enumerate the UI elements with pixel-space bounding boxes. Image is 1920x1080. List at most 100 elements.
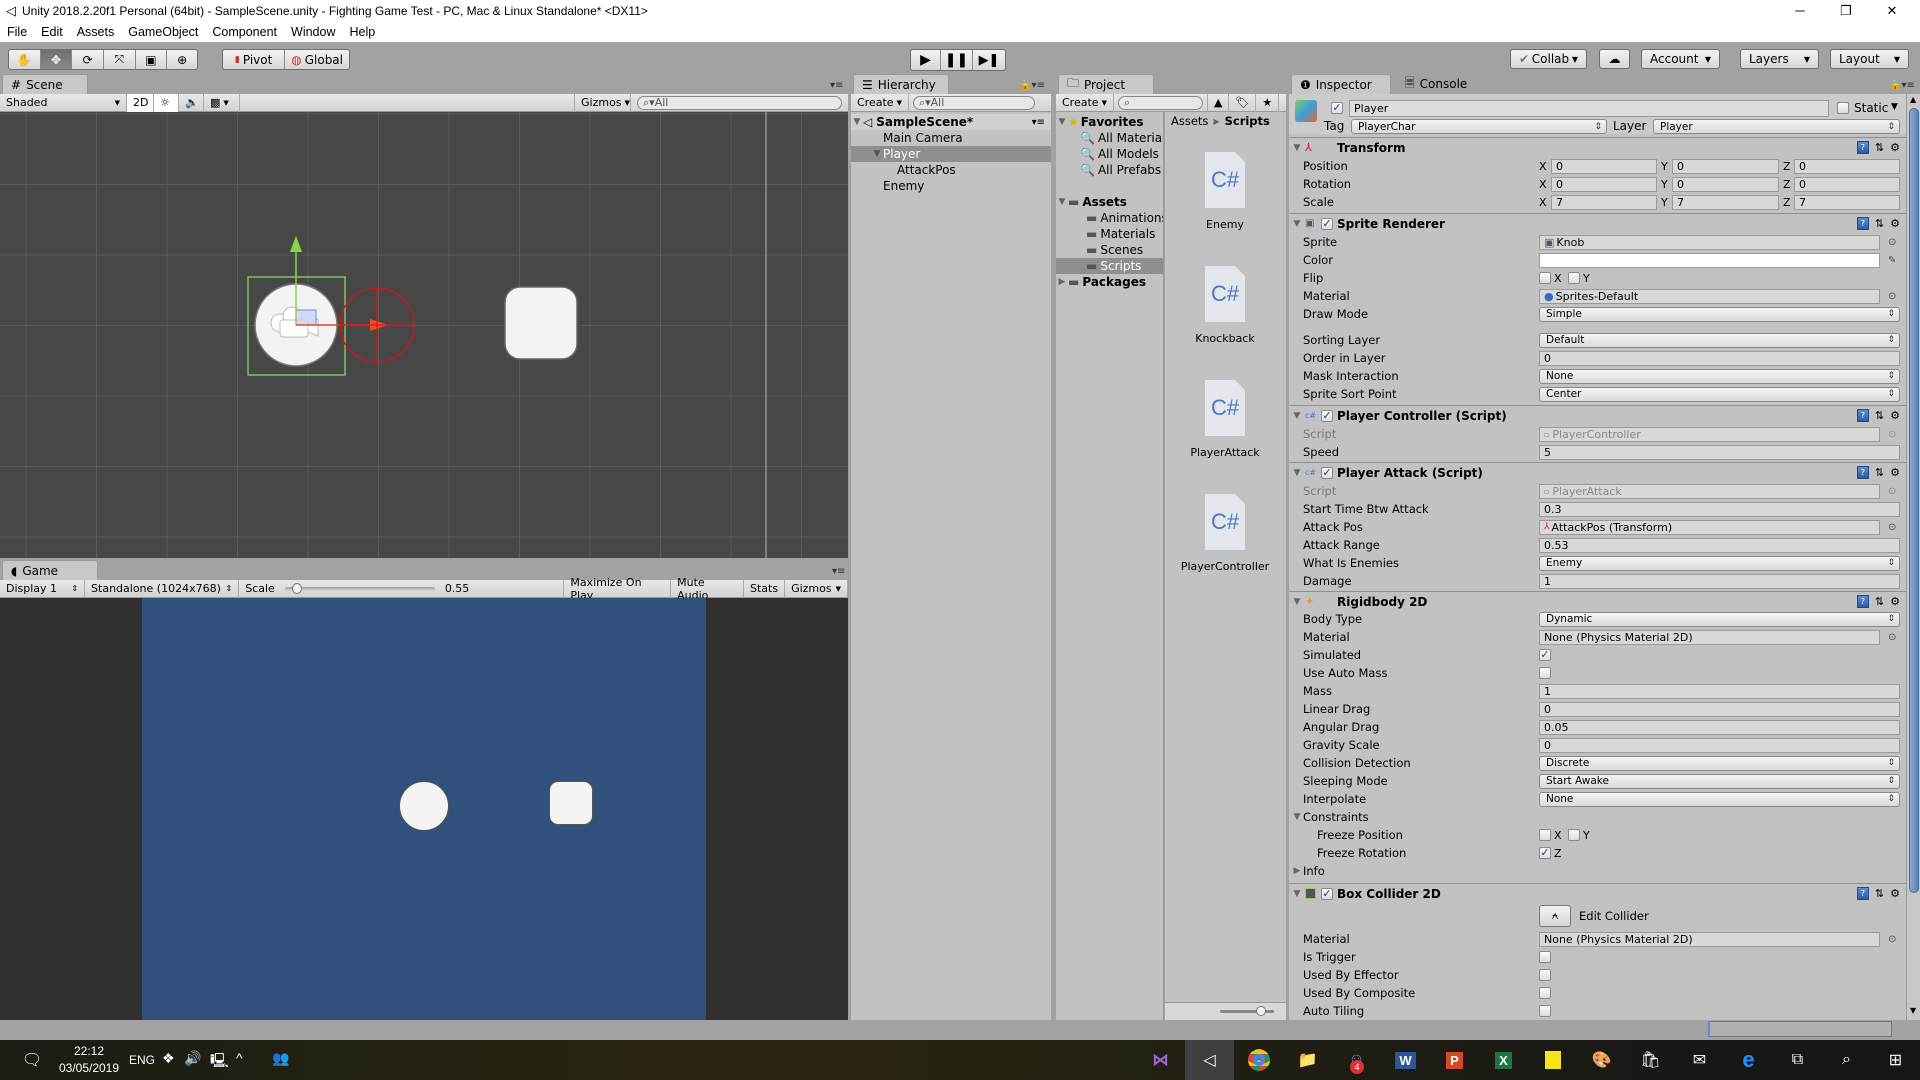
resolution-dropdown[interactable]: Standalone (1024x768) ⇕ <box>85 579 240 598</box>
taskbar-powerpoint[interactable]: P <box>1430 1040 1479 1080</box>
tab-game[interactable]: ◖ Game <box>2 560 98 580</box>
help-book-icon[interactable]: ? <box>1856 595 1869 608</box>
expand-triangle-icon[interactable]: ▼ <box>1291 812 1303 822</box>
object-picker-icon[interactable]: ⊙ <box>1888 934 1896 945</box>
folder-item[interactable]: ▬ Animations <box>1056 210 1163 226</box>
tab-scene[interactable]: # Scene <box>2 74 88 94</box>
mask-interaction-dropdown[interactable]: None <box>1539 368 1900 384</box>
global-button[interactable]: ◍ Global <box>285 50 349 69</box>
scene-gizmos-dropdown[interactable]: Gizmos ▼ <box>574 93 631 112</box>
eyedropper-icon[interactable]: ✎ <box>1888 255 1896 266</box>
angular-drag-input[interactable]: 0.05 <box>1539 719 1900 735</box>
help-book-icon[interactable]: ? <box>1856 141 1869 154</box>
maximize-on-play-toggle[interactable]: Maximize On Play <box>563 576 672 602</box>
tab-project[interactable]: 🗀 Project <box>1058 74 1154 94</box>
taskbar-sticky-notes[interactable] <box>1528 1040 1577 1080</box>
scale-tool-button[interactable]: ⤧ <box>104 50 136 69</box>
menu-help[interactable]: Help <box>342 25 382 39</box>
shading-mode-dropdown[interactable]: Shaded ▼ <box>0 93 127 112</box>
rotate-tool-button[interactable]: ⟳ <box>72 50 104 69</box>
presets-icon[interactable]: ⇅ <box>1875 409 1884 422</box>
rotation-x-input[interactable]: 0 <box>1551 176 1657 192</box>
linear-drag-input[interactable]: 0 <box>1539 701 1900 717</box>
layers-button[interactable]: Layers ▼ <box>1740 49 1819 69</box>
stats-toggle[interactable]: Stats <box>744 579 786 598</box>
collapse-triangle-icon[interactable]: ▼ <box>1291 597 1303 607</box>
color-field[interactable] <box>1539 252 1880 268</box>
position-z-input[interactable]: 0 <box>1794 158 1900 174</box>
scene-viewport[interactable] <box>0 112 848 558</box>
player-attack-header[interactable]: ▼ c# ✓ Player Attack (Script) ? ⇅ ⚙ <box>1289 462 1906 482</box>
collider-material-field[interactable]: None (Physics Material 2D) <box>1539 931 1880 947</box>
pivot-button[interactable]: ▮ Pivot <box>223 50 286 69</box>
gear-icon[interactable]: ⚙ <box>1890 595 1900 608</box>
network-icon[interactable]: 🖳 <box>210 1050 229 1074</box>
edit-collider-button[interactable]: ⍲ <box>1539 905 1571 927</box>
action-center-button[interactable]: 🗨 <box>10 1040 54 1080</box>
script-file-icon[interactable]: C# <box>1205 152 1245 208</box>
interpolate-dropdown[interactable]: None <box>1539 791 1900 807</box>
expand-triangle-icon[interactable]: ▼ <box>851 117 863 127</box>
help-book-icon[interactable]: ? <box>1856 466 1869 479</box>
material-field[interactable]: ● Sprites-Default <box>1539 288 1880 304</box>
language-indicator[interactable]: ENG <box>129 1053 155 1067</box>
sleeping-mode-dropdown[interactable]: Start Awake <box>1539 773 1900 789</box>
scale-z-input[interactable]: 7 <box>1794 194 1900 210</box>
taskbar-store[interactable]: 🛍 <box>1626 1040 1675 1080</box>
show-hidden-icons-chevron[interactable]: ^ <box>236 1050 243 1066</box>
auto-tiling-checkbox[interactable] <box>1539 1005 1551 1017</box>
menu-file[interactable]: File <box>0 25 34 39</box>
gravity-scale-input[interactable]: 0 <box>1539 737 1900 753</box>
project-search-input[interactable]: ⌕ <box>1117 95 1203 110</box>
attack-range-input[interactable]: 0.53 <box>1539 537 1900 553</box>
expand-triangle-icon[interactable]: ▼ <box>871 149 883 159</box>
inspector-scrollbar[interactable]: ▲ ▼ <box>1906 94 1920 1020</box>
icon-size-slider[interactable] <box>1220 1006 1274 1016</box>
breadcrumb-scripts[interactable]: Scripts <box>1225 114 1270 128</box>
panel-menu-icon[interactable]: ▾≡ <box>830 80 843 91</box>
game-viewport[interactable] <box>0 598 848 1020</box>
close-button[interactable]: ✕ <box>1869 0 1915 22</box>
static-dropdown-icon[interactable]: ▼ <box>1891 102 1898 112</box>
account-button[interactable]: Account ▼ <box>1641 49 1720 69</box>
menu-component[interactable]: Component <box>205 25 284 39</box>
taskbar-chrome[interactable] <box>1234 1040 1283 1080</box>
people-icon[interactable]: 👥 <box>272 1050 289 1067</box>
position-y-input[interactable]: 0 <box>1672 158 1779 174</box>
assets-row[interactable]: ▼ ▬ Assets <box>1056 194 1163 210</box>
script-file-icon[interactable]: C# <box>1205 266 1245 322</box>
flip-x-checkbox[interactable] <box>1539 272 1551 284</box>
collapse-triangle-icon[interactable]: ▼ <box>1291 143 1303 153</box>
scrollbar-thumb[interactable] <box>1909 108 1919 893</box>
hierarchy-item-player[interactable]: ▼ Player <box>851 146 1051 162</box>
tab-inspector[interactable]: ❶ Inspector <box>1291 74 1391 94</box>
panel-menu-icon[interactable]: ▾≡ <box>832 566 845 577</box>
icon-size-thumb[interactable] <box>1256 1006 1266 1016</box>
taskbar-word[interactable]: W <box>1381 1040 1430 1080</box>
active-checkbox[interactable]: ✓ <box>1331 102 1343 114</box>
favorite-item[interactable]: 🔍All Materials <box>1056 130 1163 146</box>
presets-icon[interactable]: ⇅ <box>1875 141 1884 154</box>
what-is-enemies-dropdown[interactable]: Enemy <box>1539 555 1900 571</box>
scroll-up-icon[interactable]: ▲ <box>1910 95 1916 104</box>
folder-item[interactable]: ▬ Scenes <box>1056 242 1163 258</box>
step-button[interactable]: ▶❚ <box>973 50 1005 70</box>
script-file-icon[interactable]: C# <box>1205 380 1245 436</box>
gear-icon[interactable]: ⚙ <box>1890 409 1900 422</box>
volume-icon[interactable]: 🔊 <box>184 1050 201 1067</box>
y-arrow-icon[interactable] <box>290 236 302 252</box>
start-time-btw-attack-input[interactable]: 0.3 <box>1539 501 1900 517</box>
collapse-triangle-icon[interactable]: ▼ <box>1291 411 1303 421</box>
file-label[interactable]: PlayerAttack <box>1165 446 1285 459</box>
freeze-position-x-checkbox[interactable] <box>1539 829 1551 841</box>
filter-label-button[interactable]: 🏷 <box>1229 93 1257 112</box>
taskbar-paint[interactable]: 🎨 <box>1577 1040 1626 1080</box>
gear-icon[interactable]: ⚙ <box>1890 141 1900 154</box>
scale-y-input[interactable]: 7 <box>1672 194 1779 210</box>
task-view-button[interactable]: ⧉ <box>1773 1040 1822 1080</box>
scroll-down-icon[interactable]: ▼ <box>1910 1006 1916 1015</box>
tab-console[interactable]: 🗏 Console <box>1397 74 1487 94</box>
flip-y-checkbox[interactable] <box>1568 272 1580 284</box>
expand-triangle-icon[interactable]: ▶ <box>1291 866 1303 876</box>
info-foldout[interactable]: ▶ Info <box>1289 862 1906 880</box>
